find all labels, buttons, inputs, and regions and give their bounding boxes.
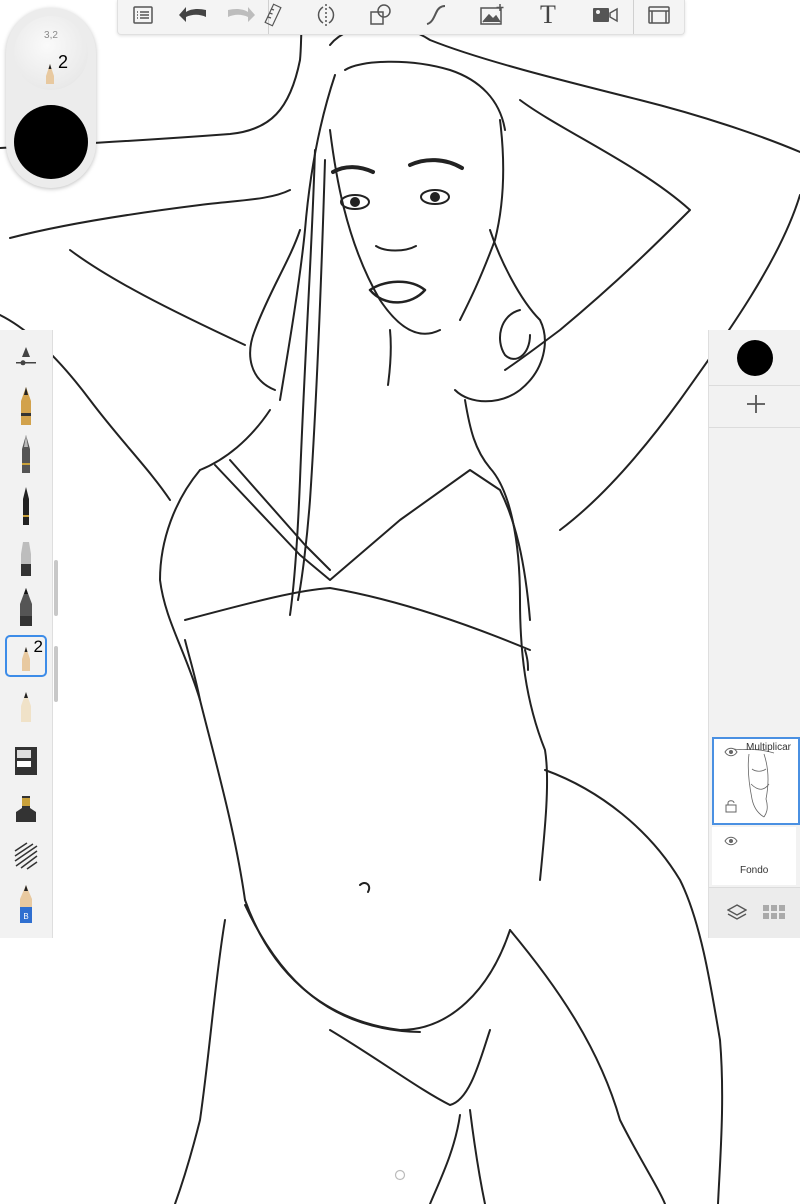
symmetry-icon[interactable] [306, 0, 346, 30]
add-layer-icon[interactable] [744, 392, 768, 416]
svg-text:B: B [23, 912, 28, 921]
layer-blend-mode-label: Multiplicar [746, 742, 792, 753]
selected-brush-number: 2 [33, 637, 43, 656]
record-video-icon[interactable] [585, 0, 625, 30]
top-toolbar: T [117, 0, 685, 35]
text-tool-icon[interactable]: T [528, 0, 568, 30]
layer-visibility-eye-icon[interactable] [724, 836, 738, 846]
brush-opacity-value: 3,2 [44, 30, 58, 41]
layer-panel-footer [709, 887, 800, 938]
brush-palette: 2 B [0, 330, 53, 938]
ink-brush-icon[interactable] [5, 788, 47, 830]
panel-divider [709, 385, 800, 386]
brush-puck[interactable]: 3,2 2 [6, 8, 96, 188]
panel-divider [709, 427, 800, 428]
airbrush-icon[interactable] [5, 538, 47, 580]
layers-stack-icon[interactable] [727, 904, 747, 922]
fullscreen-icon[interactable] [639, 0, 679, 30]
add-image-icon[interactable] [472, 0, 512, 30]
technical-pen-icon[interactable] [5, 433, 47, 475]
layer-item-multiplicar[interactable]: Multiplicar [712, 737, 800, 825]
dark-pencil-icon[interactable] [5, 586, 47, 628]
list-menu-icon[interactable] [123, 0, 163, 30]
light-pencil-icon[interactable] [5, 686, 47, 728]
current-brush-icon [46, 64, 54, 84]
drawing-canvas[interactable] [0, 0, 800, 1204]
fineliner-icon[interactable] [5, 485, 47, 527]
layer-color-swatch[interactable] [737, 340, 773, 376]
undo-icon[interactable] [173, 0, 213, 30]
brush-settings-icon[interactable] [5, 335, 47, 377]
blending-pencil-icon[interactable]: B [5, 883, 47, 925]
canvas-cursor-icon [394, 1169, 406, 1181]
brush-number: 2 [58, 52, 69, 72]
palette-scrollbar[interactable] [54, 646, 58, 702]
curve-icon[interactable] [416, 0, 456, 30]
layer-panel: Multiplicar Fondo [708, 330, 800, 938]
marker-icon[interactable] [5, 740, 47, 782]
selected-pencil-icon[interactable]: 2 [5, 635, 47, 677]
layer-item-fondo[interactable]: Fondo [712, 827, 796, 885]
figure-sketch [0, 9, 800, 1204]
layer-name-label: Fondo [740, 865, 769, 876]
shapes-icon[interactable] [361, 0, 401, 30]
pencil-brush-icon[interactable] [5, 385, 47, 427]
layer-visibility-eye-icon[interactable] [724, 747, 738, 757]
toolbar-separator [633, 0, 634, 34]
ruler-icon[interactable] [254, 0, 294, 30]
grid-view-icon[interactable] [763, 905, 785, 921]
hatching-brush-icon[interactable] [5, 835, 47, 877]
current-color-swatch[interactable] [14, 105, 88, 179]
palette-scrollbar[interactable] [54, 560, 58, 616]
brush-size-opacity-control[interactable]: 3,2 2 [14, 16, 88, 90]
layer-lock-icon[interactable] [725, 799, 737, 813]
